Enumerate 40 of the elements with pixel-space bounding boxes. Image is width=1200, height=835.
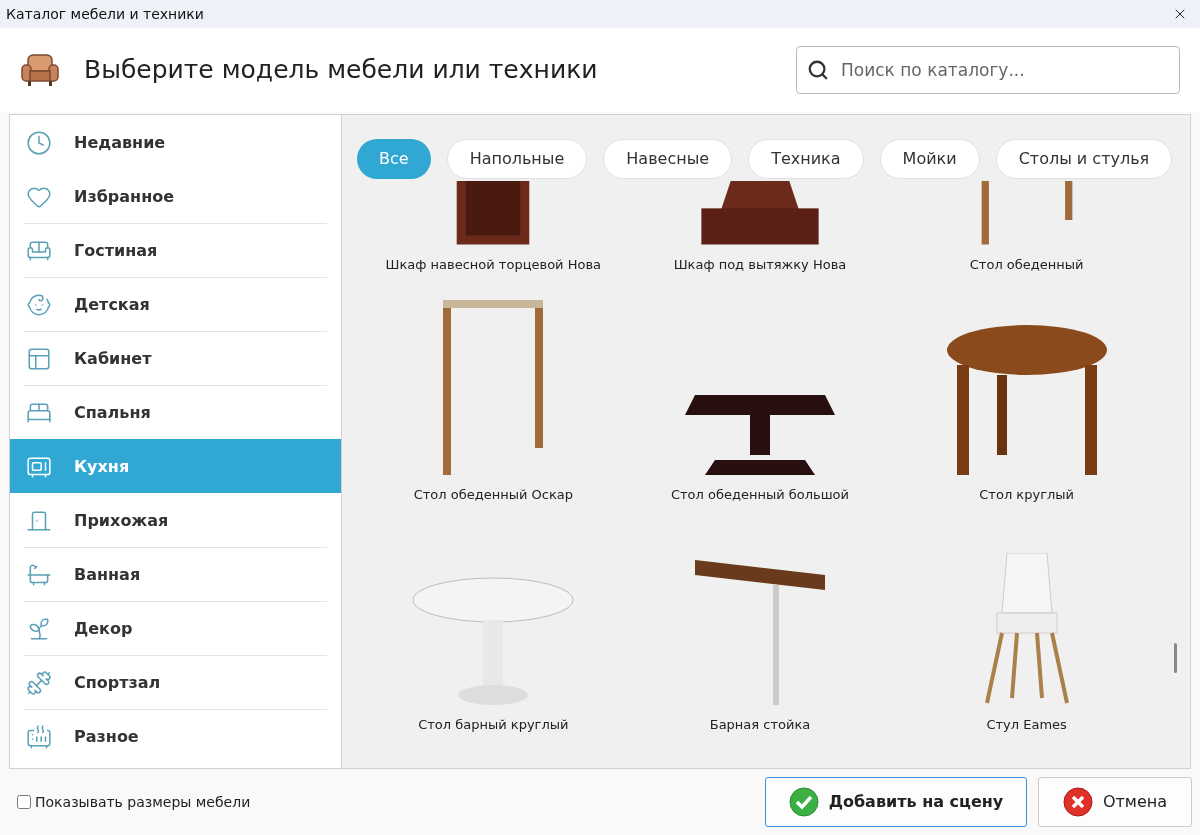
filter-chip[interactable]: Мойки bbox=[879, 139, 980, 179]
product-name[interactable]: Шкаф под вытяжку Нова bbox=[673, 254, 847, 274]
category-item[interactable]: Кабинет bbox=[24, 331, 327, 385]
bathtub-icon bbox=[26, 561, 52, 588]
product-name[interactable]: Стол барный круглый bbox=[418, 714, 569, 734]
clock-icon bbox=[26, 129, 52, 156]
category-item[interactable]: Декор bbox=[24, 601, 327, 655]
product-name[interactable]: Барная стойка bbox=[709, 714, 811, 734]
filter-chip[interactable]: Напольные bbox=[446, 139, 588, 179]
category-item[interactable]: Детская bbox=[24, 277, 327, 331]
product-name[interactable]: Стол обеденный большой bbox=[670, 484, 850, 504]
filter-chip[interactable]: Столы и стулья bbox=[995, 139, 1173, 179]
product-name[interactable]: Стол обеденный bbox=[969, 254, 1084, 274]
category-item[interactable]: Избранное bbox=[24, 169, 327, 223]
dialog-heading: Выберите модель мебели или техники bbox=[84, 54, 598, 87]
product-name[interactable]: Шкаф навесной торцевой Нова bbox=[385, 254, 602, 274]
category-item[interactable]: Ванная bbox=[24, 547, 327, 601]
radiator-icon bbox=[26, 723, 52, 750]
checkbox-label: Показывать размеры мебели bbox=[35, 792, 251, 812]
category-item[interactable]: Недавние bbox=[24, 115, 327, 169]
product-name[interactable]: Стол круглый bbox=[979, 484, 1074, 504]
search-icon bbox=[807, 59, 829, 81]
cancel-button[interactable]: Отмена bbox=[1038, 777, 1192, 827]
add-to-scene-button[interactable]: Добавить на сцену bbox=[765, 777, 1027, 827]
category-item[interactable]: Разное bbox=[24, 709, 327, 763]
checkmark-icon bbox=[788, 787, 819, 817]
product-name[interactable]: Стол обеденный Оскар bbox=[413, 484, 573, 504]
category-item[interactable]: Гостиная bbox=[24, 223, 327, 277]
close-icon bbox=[1062, 787, 1093, 817]
category-item[interactable]: Спортзал bbox=[24, 655, 327, 709]
armchair-icon bbox=[20, 53, 60, 87]
search-field[interactable]: Поиск по каталогу... bbox=[796, 46, 1180, 94]
dumbbell-icon bbox=[26, 669, 52, 696]
product-name[interactable]: Стул Eames bbox=[986, 714, 1067, 734]
category-item[interactable]: Прихожая bbox=[24, 493, 327, 547]
window-title: Каталог мебели и техники bbox=[6, 4, 204, 24]
scrollbar-thumb[interactable] bbox=[1174, 643, 1177, 673]
filter-chip[interactable]: Техника bbox=[748, 139, 864, 179]
show-sizes-checkbox[interactable] bbox=[17, 795, 31, 809]
filter-chip[interactable]: Навесные bbox=[603, 139, 733, 179]
